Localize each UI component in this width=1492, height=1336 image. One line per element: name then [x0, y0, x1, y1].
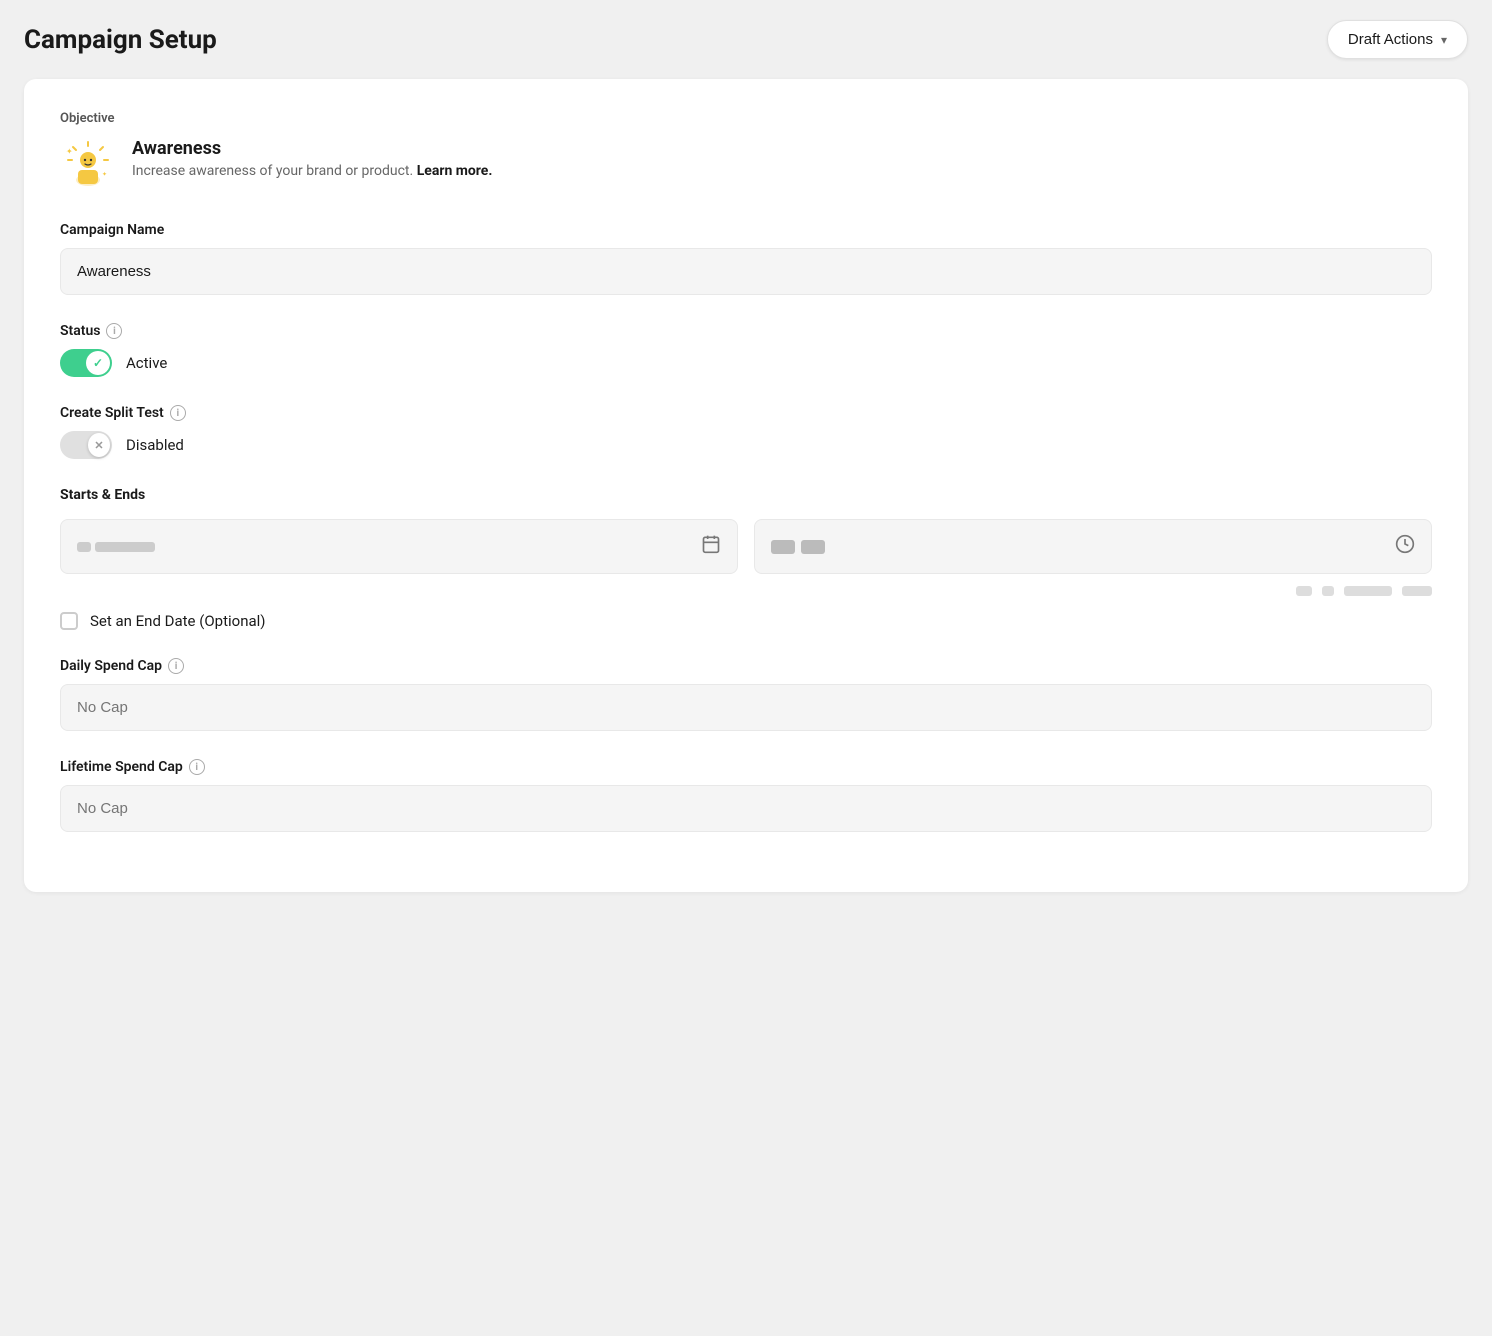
daily-spend-cap-label: Daily Spend Cap i	[60, 658, 1432, 674]
lifetime-spend-cap-section: Lifetime Spend Cap i	[60, 759, 1432, 832]
start-date-content	[77, 542, 155, 552]
starts-ends-section: Starts & Ends	[60, 487, 1432, 630]
campaign-name-section: Campaign Name	[60, 222, 1432, 295]
split-test-section: Create Split Test i ✕ Disabled	[60, 405, 1432, 459]
status-toggle[interactable]: ✓	[60, 349, 112, 377]
svg-text:✦: ✦	[102, 171, 107, 178]
start-date-field[interactable]	[60, 519, 738, 574]
campaign-name-input[interactable]	[60, 248, 1432, 295]
split-test-toggle[interactable]: ✕	[60, 431, 112, 459]
lifetime-spend-cap-label: Lifetime Spend Cap i	[60, 759, 1432, 775]
time-block-1	[771, 540, 795, 554]
status-info-icon[interactable]: i	[106, 323, 122, 339]
time-block-2	[801, 540, 825, 554]
status-toggle-label: Active	[126, 354, 167, 372]
x-icon: ✕	[94, 439, 103, 452]
tz-block-1	[1296, 586, 1312, 596]
daily-spend-cap-section: Daily Spend Cap i	[60, 658, 1432, 731]
page-header: Campaign Setup Draft Actions ▾	[24, 20, 1468, 59]
status-toggle-row: ✓ Active	[60, 349, 1432, 377]
daily-spend-cap-info-icon[interactable]: i	[168, 658, 184, 674]
daily-spend-cap-input[interactable]	[60, 684, 1432, 731]
date-block-1	[77, 542, 91, 552]
objective-section-label: Objective	[60, 111, 1432, 126]
tz-block-4	[1402, 586, 1432, 596]
check-icon: ✓	[93, 356, 103, 370]
split-test-toggle-label: Disabled	[126, 436, 184, 454]
objective-text: Awareness Increase awareness of your bra…	[132, 138, 492, 179]
awareness-icon: ✦ ✦	[60, 138, 116, 194]
svg-text:✦: ✦	[66, 147, 73, 156]
end-time-field[interactable]	[754, 519, 1432, 574]
calendar-icon[interactable]	[701, 534, 721, 559]
date-block-2	[95, 542, 155, 552]
status-label: Status i	[60, 323, 1432, 339]
status-toggle-knob: ✓	[86, 351, 110, 375]
campaign-setup-card: Objective	[24, 79, 1468, 892]
tz-block-3	[1344, 586, 1392, 596]
split-test-info-icon[interactable]: i	[170, 405, 186, 421]
start-date-placeholder	[77, 542, 155, 552]
split-test-toggle-knob: ✕	[88, 433, 110, 457]
objective-description: Increase awareness of your brand or prod…	[132, 163, 492, 179]
lifetime-spend-cap-input[interactable]	[60, 785, 1432, 832]
objective-row: ✦ ✦ Awareness Increase awareness of your…	[60, 138, 1432, 194]
objective-name: Awareness	[132, 138, 492, 159]
page-title: Campaign Setup	[24, 25, 217, 55]
starts-ends-label: Starts & Ends	[60, 487, 1432, 503]
end-date-row: Set an End Date (Optional)	[60, 612, 1432, 630]
lifetime-spend-cap-info-icon[interactable]: i	[189, 759, 205, 775]
tz-block-2	[1322, 586, 1334, 596]
split-test-toggle-row: ✕ Disabled	[60, 431, 1432, 459]
draft-actions-label: Draft Actions	[1348, 31, 1433, 48]
learn-more-link[interactable]: Learn more.	[417, 163, 493, 179]
status-section: Status i ✓ Active	[60, 323, 1432, 377]
campaign-name-label: Campaign Name	[60, 222, 1432, 238]
end-date-checkbox[interactable]	[60, 612, 78, 630]
date-time-row	[60, 519, 1432, 574]
draft-actions-button[interactable]: Draft Actions ▾	[1327, 20, 1468, 59]
end-date-label: Set an End Date (Optional)	[90, 612, 266, 630]
split-test-label: Create Split Test i	[60, 405, 1432, 421]
page-wrapper: Campaign Setup Draft Actions ▾ Objective	[0, 0, 1492, 1336]
time-blocks	[771, 540, 825, 554]
chevron-down-icon: ▾	[1441, 33, 1447, 47]
objective-section: Objective	[60, 111, 1432, 194]
clock-icon[interactable]	[1395, 534, 1415, 559]
timezone-row	[60, 586, 1432, 596]
